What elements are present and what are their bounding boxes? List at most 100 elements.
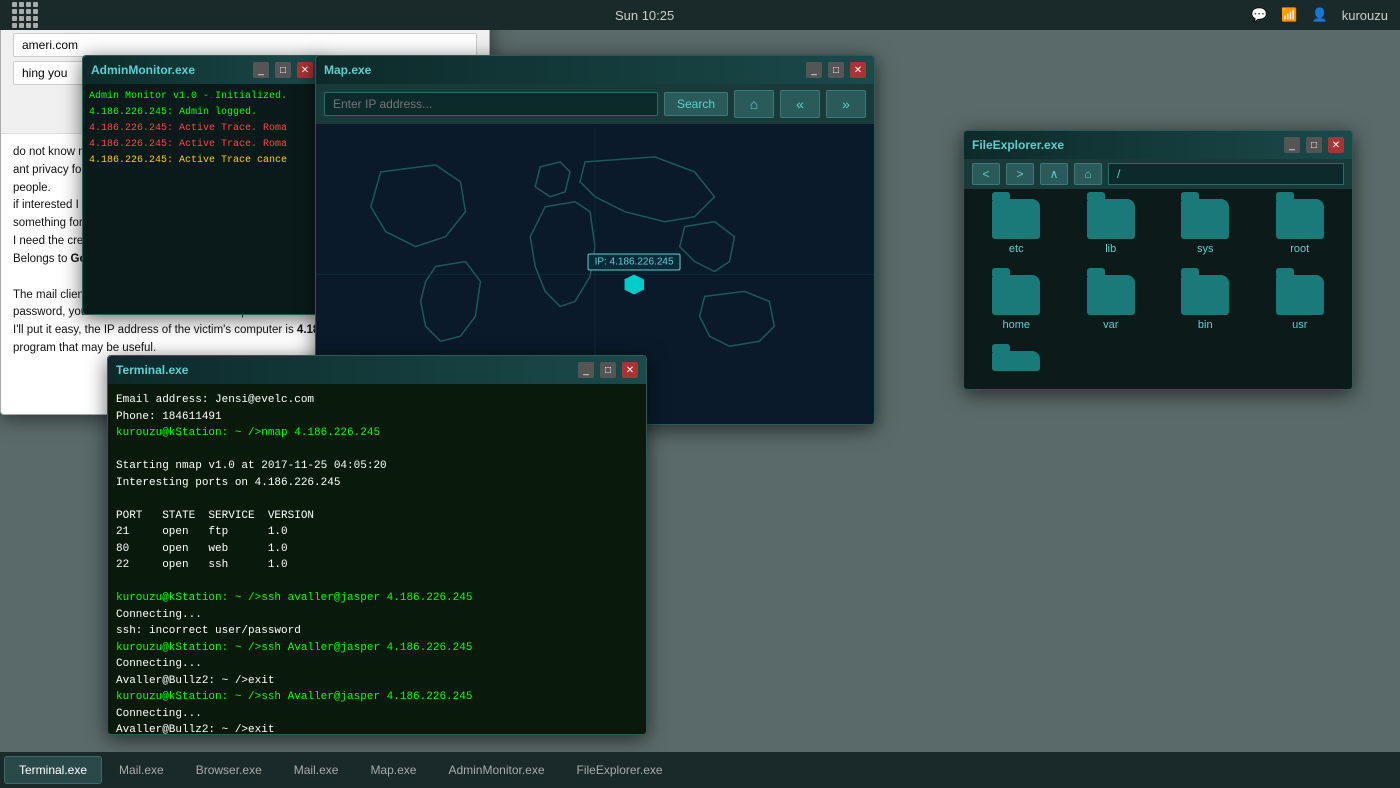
file-explorer-minimize[interactable]: _ bbox=[1284, 137, 1300, 153]
t-line: Interesting ports on 4.186.226.245 bbox=[116, 475, 638, 492]
fe-back-button[interactable]: < bbox=[972, 163, 1000, 185]
map-minimize[interactable]: _ bbox=[806, 62, 822, 78]
t-line: kurouzu@kStation: ~ />ssh Avaller@jasper… bbox=[116, 640, 638, 657]
admin-monitor-close[interactable]: ✕ bbox=[297, 62, 313, 78]
admin-line-2: 4.186.226.245: Admin logged. bbox=[89, 106, 315, 120]
fe-path-input[interactable] bbox=[1108, 163, 1344, 185]
fe-folder-icon-var bbox=[1087, 275, 1135, 315]
chat-icon[interactable]: 💬 bbox=[1251, 7, 1267, 23]
taskbar-apps-icon[interactable] bbox=[12, 2, 38, 28]
admin-line-5: 4.186.226.245: Active Trace cance bbox=[89, 154, 315, 168]
wifi-icon: 📶 bbox=[1281, 7, 1297, 23]
t-line: kurouzu@kStation: ~ />ssh avaller@jasper… bbox=[116, 590, 638, 607]
map-close[interactable]: ✕ bbox=[850, 62, 866, 78]
fe-folder-icon-root bbox=[1276, 199, 1324, 239]
fe-folder-home[interactable]: home bbox=[974, 275, 1059, 341]
admin-monitor-title: AdminMonitor.exe bbox=[91, 63, 253, 77]
ip-label: IP: 4.186.226.245 bbox=[588, 254, 681, 271]
taskbar-top: Sun 10:25 💬 📶 👤 kurouzu bbox=[0, 0, 1400, 30]
ip-hex-marker bbox=[624, 275, 644, 295]
grid-icon bbox=[12, 2, 38, 28]
t-line: Starting nmap v1.0 at 2017-11-25 04:05:2… bbox=[116, 458, 638, 475]
taskbar-fileexplorer[interactable]: FileExplorer.exe bbox=[562, 756, 678, 784]
fe-forward-button[interactable]: > bbox=[1006, 163, 1034, 185]
map-home-button[interactable]: ⌂ bbox=[734, 90, 774, 118]
fe-folder-root[interactable]: root bbox=[1258, 199, 1343, 265]
mail-to-field[interactable] bbox=[13, 33, 477, 57]
admin-monitor-maximize[interactable]: □ bbox=[275, 62, 291, 78]
t-line: kurouzu@kStation: ~ />nmap 4.186.226.245 bbox=[116, 425, 638, 442]
file-explorer-body: etc lib sys root home var bin usr bbox=[964, 189, 1352, 390]
t-line bbox=[116, 491, 638, 508]
fe-folder-label-bin: bin bbox=[1198, 319, 1213, 331]
terminal-controls[interactable]: _ □ ✕ bbox=[578, 362, 638, 378]
map-back-button[interactable]: « bbox=[780, 90, 820, 118]
taskbar-browser[interactable]: Browser.exe bbox=[181, 756, 277, 784]
user-icon: 👤 bbox=[1312, 7, 1328, 23]
file-explorer-titlebar: FileExplorer.exe _ □ ✕ bbox=[964, 131, 1352, 159]
fe-folder-label-root: root bbox=[1290, 243, 1309, 255]
fe-folder-label-var: var bbox=[1103, 319, 1118, 331]
map-ip-input[interactable] bbox=[324, 92, 658, 116]
t-line: Connecting... bbox=[116, 706, 638, 723]
fe-folder-sys[interactable]: sys bbox=[1163, 199, 1248, 265]
admin-monitor-window: AdminMonitor.exe _ □ ✕ Admin Monitor v1.… bbox=[82, 55, 322, 315]
terminal-body[interactable]: Email address: Jensi@evelc.com Phone: 18… bbox=[108, 384, 646, 734]
t-line bbox=[116, 574, 638, 591]
fe-home-button[interactable]: ⌂ bbox=[1074, 163, 1102, 185]
t-line: Connecting... bbox=[116, 656, 638, 673]
t-line: PORT STATE SERVICE VERSION bbox=[116, 508, 638, 525]
fe-folder-label-home: home bbox=[1002, 319, 1030, 331]
admin-line-4: 4.186.226.245: Active Trace. Roma bbox=[89, 138, 315, 152]
clock: Sun 10:25 bbox=[615, 8, 674, 23]
fe-folder-etc[interactable]: etc bbox=[974, 199, 1059, 265]
t-line: Connecting... bbox=[116, 607, 638, 624]
terminal-window: Terminal.exe _ □ ✕ Email address: Jensi@… bbox=[107, 355, 647, 735]
file-explorer-maximize[interactable]: □ bbox=[1306, 137, 1322, 153]
fe-folder-label-lib: lib bbox=[1105, 243, 1116, 255]
map-forward-button[interactable]: » bbox=[826, 90, 866, 118]
t-line: 80 open web 1.0 bbox=[116, 541, 638, 558]
file-explorer-toolbar: < > ∧ ⌂ bbox=[964, 159, 1352, 189]
map-search-button[interactable]: Search bbox=[664, 92, 728, 116]
terminal-close[interactable]: ✕ bbox=[622, 362, 638, 378]
terminal-minimize[interactable]: _ bbox=[578, 362, 594, 378]
terminal-titlebar: Terminal.exe _ □ ✕ bbox=[108, 356, 646, 384]
ip-marker: IP: 4.186.226.245 bbox=[588, 254, 681, 295]
fe-folder-partial-1[interactable] bbox=[974, 351, 1059, 381]
t-line: Avaller@Bullz2: ~ />exit bbox=[116, 673, 638, 690]
file-explorer-controls[interactable]: _ □ ✕ bbox=[1284, 137, 1344, 153]
fe-folder-var[interactable]: var bbox=[1069, 275, 1154, 341]
file-explorer-window: FileExplorer.exe _ □ ✕ < > ∧ ⌂ etc lib s… bbox=[963, 130, 1353, 390]
fe-folder-icon-lib bbox=[1087, 199, 1135, 239]
fe-folder-icon-usr bbox=[1276, 275, 1324, 315]
taskbar-map[interactable]: Map.exe bbox=[355, 756, 431, 784]
map-maximize[interactable]: □ bbox=[828, 62, 844, 78]
file-explorer-close[interactable]: ✕ bbox=[1328, 137, 1344, 153]
fe-folder-usr[interactable]: usr bbox=[1258, 275, 1343, 341]
taskbar-adminmonitor[interactable]: AdminMonitor.exe bbox=[433, 756, 559, 784]
taskbar-mail-1[interactable]: Mail.exe bbox=[104, 756, 179, 784]
admin-monitor-body: Admin Monitor v1.0 - Initialized. 4.186.… bbox=[83, 84, 321, 314]
fe-folder-label-etc: etc bbox=[1009, 243, 1024, 255]
fe-up-button[interactable]: ∧ bbox=[1040, 163, 1068, 185]
admin-line-3: 4.186.226.245: Active Trace. Roma bbox=[89, 122, 315, 136]
admin-line-1: Admin Monitor v1.0 - Initialized. bbox=[89, 90, 315, 104]
fe-folder-icon-etc bbox=[992, 199, 1040, 239]
taskbar-terminal[interactable]: Terminal.exe bbox=[4, 756, 102, 784]
fe-folder-lib[interactable]: lib bbox=[1069, 199, 1154, 265]
file-explorer-title: FileExplorer.exe bbox=[972, 138, 1284, 152]
terminal-maximize[interactable]: □ bbox=[600, 362, 616, 378]
taskbar-bottom: Terminal.exe Mail.exe Browser.exe Mail.e… bbox=[0, 752, 1400, 788]
username: kurouzu bbox=[1342, 8, 1388, 23]
t-line: Avaller@Bullz2: ~ />exit bbox=[116, 722, 638, 734]
map-controls[interactable]: _ □ ✕ bbox=[806, 62, 866, 78]
admin-monitor-minimize[interactable]: _ bbox=[253, 62, 269, 78]
fe-folder-bin[interactable]: bin bbox=[1163, 275, 1248, 341]
map-toolbar: Search ⌂ « » bbox=[316, 84, 874, 124]
taskbar-mail-2[interactable]: Mail.exe bbox=[279, 756, 354, 784]
admin-monitor-controls[interactable]: _ □ ✕ bbox=[253, 62, 313, 78]
fe-folder-icon-home bbox=[992, 275, 1040, 315]
map-titlebar: Map.exe _ □ ✕ bbox=[316, 56, 874, 84]
map-title: Map.exe bbox=[324, 63, 806, 77]
